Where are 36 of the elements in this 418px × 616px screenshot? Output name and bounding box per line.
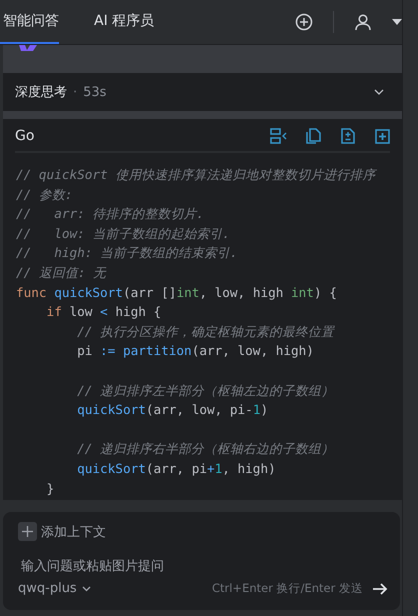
code-line: // 递归排序左半部分（枢轴左边的子数组） bbox=[76, 382, 334, 398]
code-line: // high: 当前子数组的结束索引. bbox=[16, 245, 238, 260]
code-line: pi := partition(arr, low, high) bbox=[76, 343, 314, 358]
code-line: // low: 当前子数组的起始索引. bbox=[16, 226, 230, 241]
add-context-icon[interactable] bbox=[18, 522, 37, 541]
copy-icon[interactable] bbox=[306, 128, 321, 144]
model-dropdown[interactable]: qwq-plus bbox=[18, 581, 91, 596]
tab[interactable]: AI 程序员 bbox=[91, 0, 154, 44]
thinking-label: 深度思考 bbox=[15, 84, 67, 101]
separator-dot: · bbox=[73, 84, 78, 100]
code-line: // 返回值: 无 bbox=[16, 264, 106, 280]
chevron-icon[interactable] bbox=[374, 89, 384, 95]
user-icon[interactable] bbox=[354, 13, 372, 31]
question-input-field[interactable]: 输入问题或粘贴图片提问 bbox=[21, 559, 388, 574]
new-chat-icon[interactable] bbox=[295, 13, 313, 31]
code-line: // 执行分区操作，确定枢轴元素的最终位置 bbox=[76, 324, 334, 339]
code-line: } bbox=[46, 480, 54, 496]
diff-file-icon[interactable] bbox=[341, 128, 355, 144]
code-line: quickSort(arr, pi+1, high) bbox=[76, 460, 276, 476]
send-arrow-icon[interactable] bbox=[373, 582, 388, 594]
code-line: // quickSort 使用快速排序算法递归地对整数切片进行排序 bbox=[16, 167, 376, 182]
logo-icon bbox=[19, 45, 37, 51]
insert-icon[interactable] bbox=[270, 128, 288, 144]
new-file-icon[interactable] bbox=[375, 128, 390, 144]
add-context-link[interactable]: 添加上下文 bbox=[41, 522, 106, 540]
code-line: quickSort(arr, low, pi-1) bbox=[76, 402, 268, 418]
thinking-duration: 53s bbox=[83, 84, 106, 100]
caret-icon[interactable] bbox=[392, 19, 402, 25]
code-line: // 递归排序右半部分（枢轴右边的子数组） bbox=[76, 441, 334, 456]
shortcut-hint: Ctrl+Enter 换行/Enter 发送 bbox=[212, 581, 363, 596]
language-label: Go bbox=[15, 128, 34, 144]
code-line: if low < high { bbox=[46, 304, 162, 320]
code-line: // 参数: bbox=[16, 186, 73, 202]
code-line: // arr: 待排序的整数切片. bbox=[16, 206, 204, 222]
code-line: func quickSort(arr []int, low, high int) { bbox=[16, 284, 337, 300]
chevron-icon bbox=[82, 586, 91, 592]
